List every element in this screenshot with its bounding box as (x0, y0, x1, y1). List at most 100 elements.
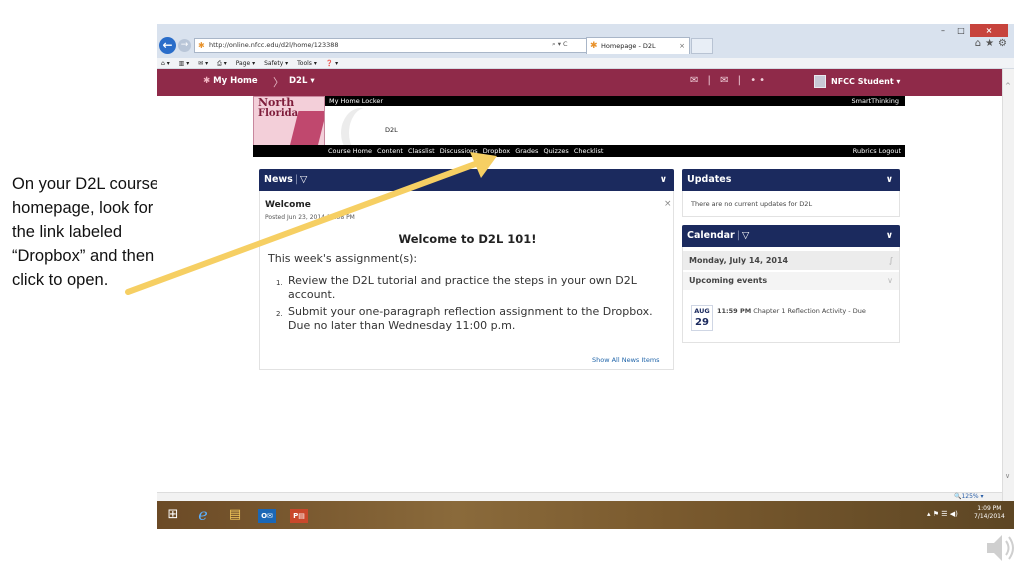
calendar-menu-icon[interactable]: ▽ (742, 230, 749, 241)
list-number: 2. (276, 310, 283, 318)
nav-discussions[interactable]: Discussions (440, 147, 478, 155)
file-explorer-icon[interactable]: ▤ (222, 504, 248, 526)
calendar-date-text: Monday, July 14, 2014 (689, 256, 789, 265)
start-button[interactable]: ⊞ (160, 504, 186, 526)
tab-homepage[interactable]: ✱ Homepage - D2L × (586, 37, 690, 54)
course-navbar: Course Home Content Classlist Discussion… (253, 145, 905, 157)
instruction-caption: On your D2L course homepage, look for th… (12, 175, 160, 289)
scroll-down-icon[interactable]: ∨ (1005, 472, 1010, 480)
cmd-mail[interactable]: ✉ ▾ (198, 60, 208, 67)
news-headline: Welcome to D2L 101! (398, 232, 537, 246)
event-link[interactable]: 11:59 PM Chapter 1 Reflection Activity -… (717, 306, 897, 316)
tab-favicon: ✱ (590, 41, 598, 51)
news-header-title: News (264, 174, 293, 185)
locker-row: My Home Locker SmartThinking (253, 96, 905, 106)
nav-classlist[interactable]: Classlist (408, 147, 435, 155)
nav-course-home[interactable]: Course Home (328, 147, 372, 155)
back-button[interactable]: ← (159, 37, 176, 54)
smartthinking-link[interactable]: SmartThinking (852, 96, 900, 106)
cmd-feeds[interactable]: ▥ ▾ (179, 60, 190, 67)
minimize-button[interactable]: – (934, 24, 952, 37)
cmd-page[interactable]: Page ▾ (236, 60, 255, 67)
updates-header: Updates ∨ (682, 169, 900, 191)
cmd-home[interactable]: ⌂ ▾ (161, 60, 170, 67)
nav-rubrics[interactable]: Rubrics (853, 147, 877, 155)
clock-time: 1:09 PM (977, 505, 1002, 512)
nav-quizzes[interactable]: Quizzes (544, 147, 569, 155)
taskbar-clock[interactable]: 1:09 PM 7/14/2014 (974, 505, 1005, 521)
updates-collapse-icon[interactable]: ∨ (886, 169, 893, 191)
nav-checklist[interactable]: Checklist (574, 147, 604, 155)
slide: On your D2L course homepage, look for th… (0, 0, 1024, 576)
windows-taskbar: ⊞ e ▤ O✉ P▤ ▴ ⚑ ☰ ◀) 1:09 PM 7/14/2014 (157, 501, 1014, 529)
course-selector[interactable]: D2L ▾ (289, 76, 315, 86)
assignments-label: This week's assignment(s): (268, 252, 418, 265)
d2l-navbar: ✱ My Home 〉 D2L ▾ ✉ | ✉ | •• NFCC Student… (157, 69, 1002, 96)
event-title: Chapter 1 Reflection Activity - Due (753, 307, 866, 315)
nav-grades[interactable]: Grades (515, 147, 538, 155)
command-bar: ⌂ ▾ ▥ ▾ ✉ ▾ ⎙ ▾ Page ▾ Safety ▾ Tools ▾ … (157, 58, 1014, 69)
powerpoint-icon[interactable]: P▤ (286, 504, 312, 526)
updates-header-title: Updates (687, 174, 732, 185)
news-collapse-icon[interactable]: ∨ (660, 169, 667, 191)
system-tray-icons[interactable]: ▴ ⚑ ☰ ◀) (927, 510, 958, 518)
list-text: Submit your one-paragraph reflection ass… (288, 305, 653, 332)
address-text: http://online.nfcc.edu/d2l/home/123388 (209, 41, 339, 49)
clock-date: 7/14/2014 (974, 513, 1005, 520)
internet-explorer-icon[interactable]: e (190, 504, 216, 526)
event-date-badge: AUG 29 (691, 305, 713, 331)
nav-dropbox[interactable]: Dropbox (483, 147, 510, 155)
upcoming-collapse-icon[interactable]: ∨ (887, 272, 893, 290)
calendar-date[interactable]: Monday, July 14, 2014 ∫ (683, 251, 899, 270)
tab-close-icon[interactable]: × (679, 38, 685, 54)
show-all-news-link[interactable]: Show All News Items (592, 356, 660, 364)
logo-florida-text: Florida (258, 108, 299, 119)
message-alert-icons[interactable]: ✉ | ✉ | •• (690, 75, 768, 86)
outlook-icon[interactable]: O✉ (254, 504, 280, 526)
tab-title: Homepage - D2L (601, 42, 656, 50)
my-home-link[interactable]: ✱ My Home (203, 76, 258, 86)
list-number: 1. (276, 279, 283, 287)
event-month: AUG (694, 307, 710, 315)
upcoming-events-label: Upcoming events (689, 276, 768, 285)
user-menu[interactable]: NFCC Student ▾ (831, 77, 900, 86)
upcoming-events-header[interactable]: Upcoming events ∨ (683, 272, 899, 290)
new-tab-button[interactable] (691, 38, 713, 54)
maximize-button[interactable]: □ (952, 24, 970, 37)
cmd-help[interactable]: ❓ ▾ (326, 60, 338, 67)
home-favorites-settings-icons[interactable]: ⌂★⚙ (933, 38, 1011, 49)
cmd-tools[interactable]: Tools ▾ (297, 60, 317, 67)
cmd-safety[interactable]: Safety ▾ (264, 60, 288, 67)
news-dismiss-icon[interactable]: × (664, 199, 672, 209)
zoom-level[interactable]: 🔍125% ▾ (954, 493, 984, 500)
calendar-widget: Calendar | ▽ ∨ Monday, July 14, 2014 ∫ Upc… (682, 225, 900, 343)
news-header: News | ▽ ∨ (259, 169, 674, 191)
avatar[interactable] (814, 75, 826, 88)
scroll-up-icon[interactable]: ^ (1005, 82, 1011, 90)
forward-button[interactable]: → (178, 39, 191, 52)
calendar-header: Calendar | ▽ ∨ (682, 225, 900, 247)
list-item: 1. Review the D2L tutorial and practice … (276, 274, 671, 302)
event-time: 11:59 PM (717, 307, 752, 315)
header-divider: | (736, 230, 740, 241)
news-menu-icon[interactable]: ▽ (300, 174, 307, 185)
calendar-collapse-icon[interactable]: ∨ (886, 225, 893, 247)
speaker-icon[interactable] (985, 530, 1017, 566)
news-item-title[interactable]: Welcome (265, 200, 311, 210)
cmd-print[interactable]: ⎙ ▾ (217, 60, 227, 67)
calendar-date-icon[interactable]: ∫ (889, 251, 893, 270)
browser-titlebar: ← → ✱ http://online.nfcc.edu/d2l/home/12… (157, 24, 1014, 58)
address-controls[interactable]: ⌕ ▾ C (552, 40, 568, 49)
updates-widget: Updates ∨ There are no current updates f… (682, 169, 900, 217)
my-home-locker-link[interactable]: My Home Locker (329, 96, 383, 106)
nav-logout[interactable]: Logout (879, 147, 901, 155)
site-favicon: ✱ (198, 41, 205, 50)
nav-content[interactable]: Content (377, 147, 403, 155)
vertical-scrollbar[interactable]: ^ ∨ (1002, 69, 1014, 501)
course-nav-links: Course Home Content Classlist Discussion… (328, 145, 606, 157)
address-bar[interactable]: ✱ http://online.nfcc.edu/d2l/home/123388 (194, 38, 598, 53)
horizontal-scrollbar[interactable] (157, 492, 1002, 501)
header-divider: | (294, 174, 299, 185)
close-window-button[interactable]: × (970, 24, 1008, 37)
calendar-header-title: Calendar (687, 230, 735, 241)
